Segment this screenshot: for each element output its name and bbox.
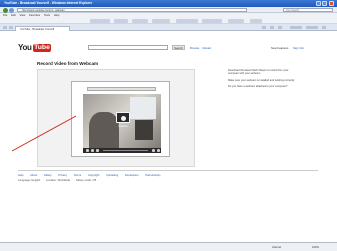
webcam-help-sidebar: Download the latest Flash Player to reco… xyxy=(228,69,298,91)
toolbar-button[interactable] xyxy=(176,19,198,23)
webcam-preview: Camera xyxy=(83,94,161,148)
stop-button[interactable] xyxy=(96,149,99,152)
maximize-icon[interactable] xyxy=(322,1,327,6)
footer-link[interactable]: Safety xyxy=(44,174,52,177)
menu-help[interactable]: Help xyxy=(54,14,60,17)
new-features-link[interactable]: New Features xyxy=(271,46,288,50)
footer-link[interactable]: Copyright xyxy=(88,174,100,177)
back-button[interactable] xyxy=(3,7,8,13)
footer-link[interactable]: Help xyxy=(18,174,24,177)
toolbar-button[interactable] xyxy=(132,19,148,23)
tab-bar: YouTube - Broadcast Yourself xyxy=(0,24,337,31)
footer: Help About Safety Privacy Terms Copyrigh… xyxy=(18,170,318,182)
home-icon[interactable] xyxy=(262,26,266,29)
forward-button[interactable] xyxy=(9,7,14,13)
browse-link[interactable]: Browse xyxy=(190,46,199,50)
toolbar-button[interactable] xyxy=(228,19,244,23)
menu-favorites[interactable]: Favorites xyxy=(29,14,40,17)
youtube-search-input[interactable] xyxy=(88,45,168,50)
webcam-recorder: Camera xyxy=(71,81,170,157)
footer-link[interactable]: Privacy xyxy=(58,174,67,177)
help-text-webcam: Make sure your webcam is installed and w… xyxy=(228,78,295,82)
recorder-panel: Camera xyxy=(37,69,195,167)
favorites-star-icon[interactable] xyxy=(3,26,7,29)
safety-mode-toggle[interactable]: Safety mode: Off xyxy=(76,179,96,182)
toolbar-button[interactable] xyxy=(202,19,222,23)
window-titlebar: YouTube - Broadcast Yourself - Windows I… xyxy=(0,0,337,7)
camera-icon[interactable] xyxy=(116,112,130,123)
toolbar-button[interactable] xyxy=(250,19,262,23)
recorder-controls xyxy=(83,148,161,153)
page-content: You Tube Search Browse Upload New Featur… xyxy=(0,31,337,242)
toolbar-button[interactable] xyxy=(114,19,128,23)
status-bar: Internet 100% xyxy=(0,242,337,251)
sign-out-link[interactable]: Sign Out xyxy=(293,46,304,50)
minimize-icon[interactable] xyxy=(316,1,321,6)
location-selector[interactable]: Location: Worldwide xyxy=(46,179,70,182)
logo-tube: Tube xyxy=(32,43,52,52)
zoom-level[interactable]: 100% xyxy=(312,246,319,249)
window-title: YouTube - Broadcast Yourself - Windows I… xyxy=(4,1,93,5)
page-menu-icon[interactable] xyxy=(290,26,302,29)
footer-links: Help About Safety Privacy Terms Copyrigh… xyxy=(18,174,318,177)
toolbar-button[interactable] xyxy=(90,19,110,23)
play-button[interactable] xyxy=(91,149,94,152)
security-zone: Internet xyxy=(272,246,282,249)
progress-bar[interactable] xyxy=(103,150,148,151)
fullscreen-icon[interactable] xyxy=(157,149,160,152)
footer-link[interactable]: About xyxy=(30,174,37,177)
footer-link[interactable]: Uploading xyxy=(106,174,118,177)
menu-file[interactable]: File xyxy=(3,14,7,17)
browser-search-input[interactable]: Live Search xyxy=(283,8,333,12)
footer-link[interactable]: Partnerships xyxy=(145,174,160,177)
footer-link[interactable]: Developers xyxy=(125,174,139,177)
menu-edit[interactable]: Edit xyxy=(11,14,16,17)
camera-label: Camera xyxy=(118,125,128,128)
record-button[interactable] xyxy=(86,149,89,152)
language-selector[interactable]: Language: English xyxy=(18,179,40,182)
tools-menu-icon[interactable] xyxy=(306,26,318,29)
menu-tools[interactable]: Tools xyxy=(44,14,50,17)
footer-link[interactable]: Terms xyxy=(74,174,81,177)
camera-select[interactable] xyxy=(87,87,156,91)
youtube-logo[interactable]: You Tube xyxy=(18,43,52,52)
toolbar-button[interactable] xyxy=(152,19,170,23)
logo-you: You xyxy=(18,43,32,52)
upload-link[interactable]: Upload xyxy=(202,46,211,50)
close-icon[interactable] xyxy=(329,1,334,6)
youtube-search-button[interactable]: Search xyxy=(172,45,185,50)
help-text-flash: Download the latest Flash Player to reco… xyxy=(228,69,289,76)
menu-view[interactable]: View xyxy=(19,14,25,17)
add-favorites-icon[interactable] xyxy=(9,26,13,29)
url-input[interactable]: http://www.youtube.com/my_webcam xyxy=(17,8,247,12)
print-icon[interactable] xyxy=(278,26,282,29)
footer-settings: Language: English Location: Worldwide Sa… xyxy=(18,179,318,182)
feeds-icon[interactable] xyxy=(270,26,274,29)
page-title: Record Video from Webcam xyxy=(37,61,99,66)
help-icon[interactable] xyxy=(322,26,326,29)
help-text-attached: Do you have a webcam attached to your co… xyxy=(228,84,288,88)
volume-icon[interactable] xyxy=(152,149,155,152)
